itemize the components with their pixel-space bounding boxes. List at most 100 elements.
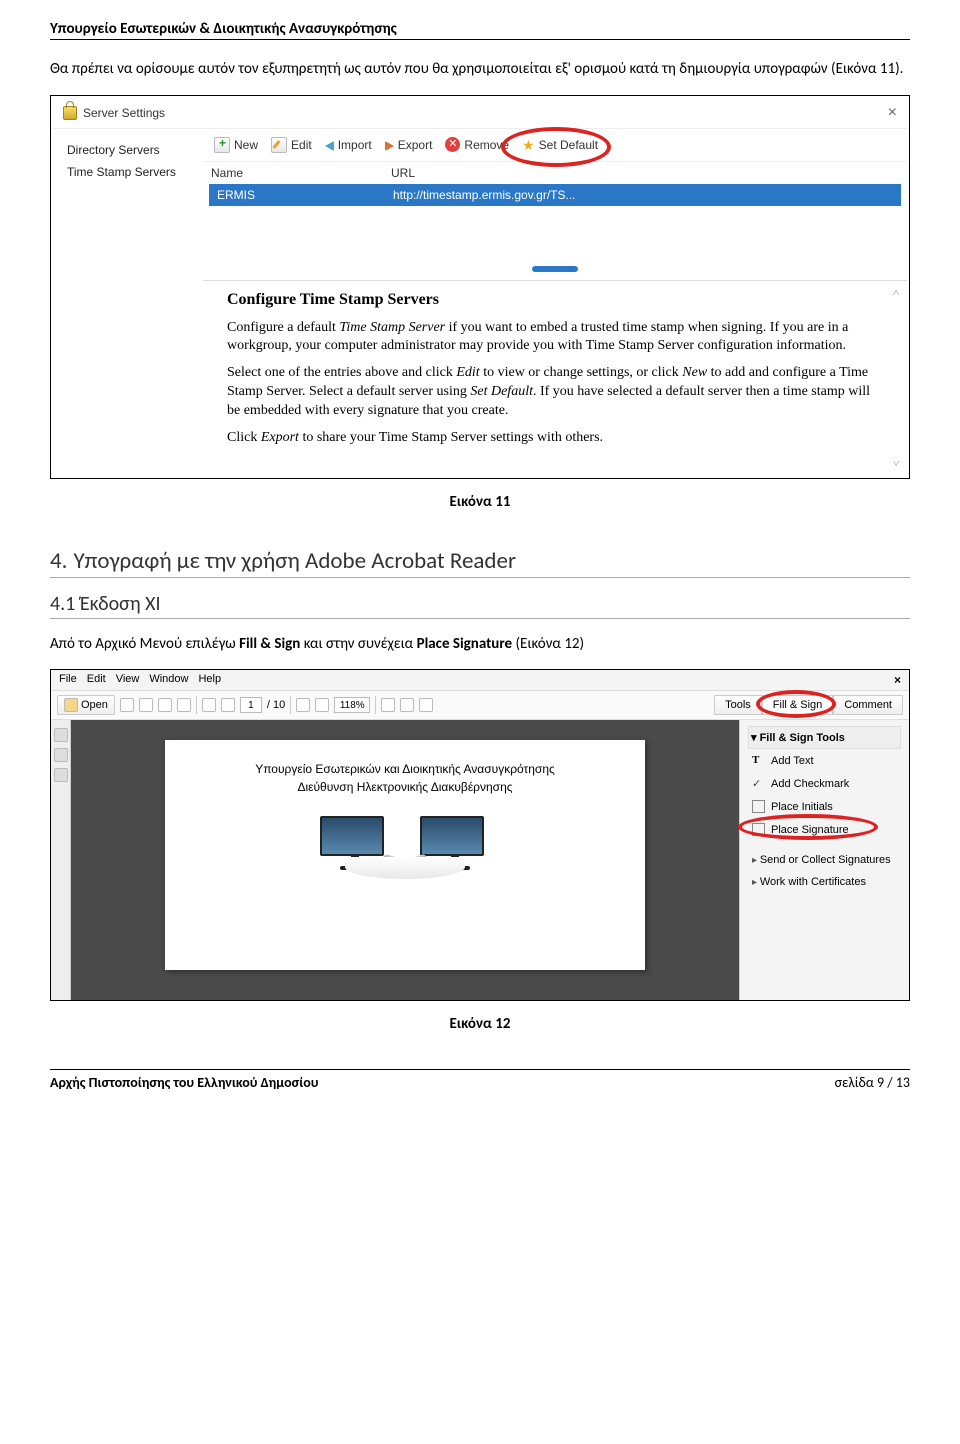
menu-view[interactable]: View [116, 673, 140, 687]
prev-page-icon[interactable] [202, 698, 216, 712]
add-text-button[interactable]: TAdd Text [748, 749, 901, 772]
tab-tools[interactable]: Tools [714, 695, 762, 715]
edit-button[interactable]: Edit [266, 135, 317, 155]
add-checkmark-button[interactable]: Add Checkmark [748, 772, 901, 795]
edit-icon [271, 137, 287, 153]
export-label: Export [398, 138, 433, 152]
section-4-title: Υπογραφή με την χρήση Adobe Acrobat Read… [73, 547, 516, 575]
set-default-button[interactable]: ★ Set Default [517, 135, 603, 155]
dialog-sidebar: Directory Servers Time Stamp Servers [53, 129, 203, 476]
zoom-in-icon[interactable] [315, 698, 329, 712]
close-icon[interactable]: × [894, 673, 901, 687]
page-total: / 10 [267, 699, 285, 711]
new-icon [214, 137, 230, 153]
figure-12-intro: Από το Αρχικό Μενού επιλέγω Fill & Sign … [50, 633, 910, 656]
signature-icon [752, 823, 765, 836]
create-pdf-icon[interactable] [120, 698, 134, 712]
app-menubar: File Edit View Window Help × [51, 670, 909, 691]
export-button[interactable]: Export [380, 136, 438, 154]
open-label: Open [81, 699, 108, 711]
place-signature-label: Place Signature [771, 824, 849, 836]
section-4-1-number: 4.1 [50, 592, 75, 616]
column-name: Name [211, 166, 391, 180]
work-with-certificates[interactable]: Work with Certificates [748, 871, 901, 893]
footer-left: Αρχής Πιστοποίησης του Ελληνικού Δημοσίο… [50, 1074, 318, 1091]
document-page: Υπουργείο Εσωτερικών και Διοικητικής Ανα… [165, 740, 645, 970]
fill-sign-panel: ▾ Fill & Sign Tools TAdd Text Add Checkm… [739, 720, 909, 1000]
tab-comment[interactable]: Comment [833, 695, 903, 715]
place-initials-button[interactable]: Place Initials [748, 795, 901, 818]
nav-icon[interactable] [54, 748, 68, 762]
table-row[interactable]: ERMIS http://timestamp.ermis.gov.gr/TS..… [209, 184, 901, 206]
import-label: Import [338, 138, 372, 152]
add-checkmark-label: Add Checkmark [771, 778, 849, 790]
page-footer: Αρχής Πιστοποίησης του Ελληνικού Δημοσίο… [50, 1069, 910, 1091]
tool-icon[interactable] [400, 698, 414, 712]
export-icon [385, 141, 394, 151]
sidebar-item-directory-servers[interactable]: Directory Servers [61, 139, 195, 161]
figure-11-caption: Εικόνα 11 [50, 493, 910, 511]
save-icon[interactable] [139, 698, 153, 712]
menu-help[interactable]: Help [198, 673, 221, 687]
open-button[interactable]: Open [57, 695, 115, 715]
print-icon[interactable] [158, 698, 172, 712]
send-collect-signatures[interactable]: Send or Collect Signatures [748, 849, 901, 871]
star-icon: ★ [522, 137, 535, 153]
scrollbar[interactable] [891, 287, 903, 470]
folder-icon [64, 698, 78, 712]
menu-file[interactable]: File [59, 673, 77, 687]
info-pane: Configure Time Stamp Servers Configure a… [203, 280, 907, 476]
set-default-label: Set Default [539, 138, 598, 152]
left-nav-bar [51, 720, 71, 1000]
close-icon[interactable]: × [888, 104, 897, 122]
cell-url: http://timestamp.ermis.gov.gr/TS... [393, 188, 576, 202]
column-url: URL [391, 166, 415, 180]
right-pane-tabs: Tools Fill & Sign Comment [714, 695, 903, 715]
illustration [195, 816, 615, 871]
info-p3: Click Export to share your Time Stamp Se… [227, 429, 883, 448]
dialog-title-text: Server Settings [83, 106, 165, 120]
server-toolbar: New Edit Import Export ✕Remove ★ Set Defa… [203, 129, 907, 162]
tool-icon[interactable] [419, 698, 433, 712]
footer-right: σελίδα 9 / 13 [835, 1074, 910, 1091]
app-toolbar: Open / 10 Tools Fill & Sign Comment [51, 691, 909, 720]
paper-icon [345, 857, 465, 879]
lock-icon [63, 106, 77, 120]
menu-edit[interactable]: Edit [87, 673, 106, 687]
nav-icon[interactable] [54, 768, 68, 782]
page-header: Υπουργείο Εσωτερικών & Διοικητικής Ανασυ… [50, 20, 910, 40]
remove-button[interactable]: ✕Remove [440, 135, 514, 154]
figure-12-caption: Εικόνα 12 [50, 1015, 910, 1033]
text-icon: T [752, 754, 765, 767]
info-heading: Configure Time Stamp Servers [227, 291, 883, 309]
figure-12-frame: File Edit View Window Help × Open / 10 T… [50, 669, 910, 1001]
dialog-titlebar: Server Settings × [53, 98, 907, 129]
info-p2: Select one of the entries above and clic… [227, 364, 883, 421]
sidebar-item-timestamp-servers[interactable]: Time Stamp Servers [61, 161, 195, 183]
menu-window[interactable]: Window [149, 673, 188, 687]
new-button[interactable]: New [209, 135, 263, 155]
tab-fill-sign[interactable]: Fill & Sign [762, 695, 834, 715]
zoom-input[interactable] [334, 697, 370, 713]
server-table-header: Name URL [203, 162, 907, 184]
figure-11-frame: Server Settings × Directory Servers Time… [50, 95, 910, 479]
reader-body: Υπουργείο Εσωτερικών και Διοικητικής Ανα… [51, 720, 909, 1000]
tool-icon[interactable] [381, 698, 395, 712]
zoom-out-icon[interactable] [296, 698, 310, 712]
edit-label: Edit [291, 138, 312, 152]
splitter-handle[interactable] [532, 266, 578, 272]
email-icon[interactable] [177, 698, 191, 712]
nav-icon[interactable] [54, 728, 68, 742]
dialog-main: New Edit Import Export ✕Remove ★ Set Defa… [203, 129, 907, 476]
remove-label: Remove [464, 138, 509, 152]
document-title: Υπουργείο Εσωτερικών και Διοικητικής Ανα… [195, 760, 615, 796]
place-signature-button[interactable]: Place Signature [748, 818, 901, 841]
panel-header[interactable]: ▾ Fill & Sign Tools [748, 726, 901, 749]
new-label: New [234, 138, 258, 152]
initials-icon [752, 800, 765, 813]
next-page-icon[interactable] [221, 698, 235, 712]
info-p1: Configure a default Time Stamp Server if… [227, 319, 883, 357]
checkmark-icon [752, 777, 765, 790]
import-button[interactable]: Import [320, 136, 377, 154]
page-number-input[interactable] [240, 697, 262, 713]
